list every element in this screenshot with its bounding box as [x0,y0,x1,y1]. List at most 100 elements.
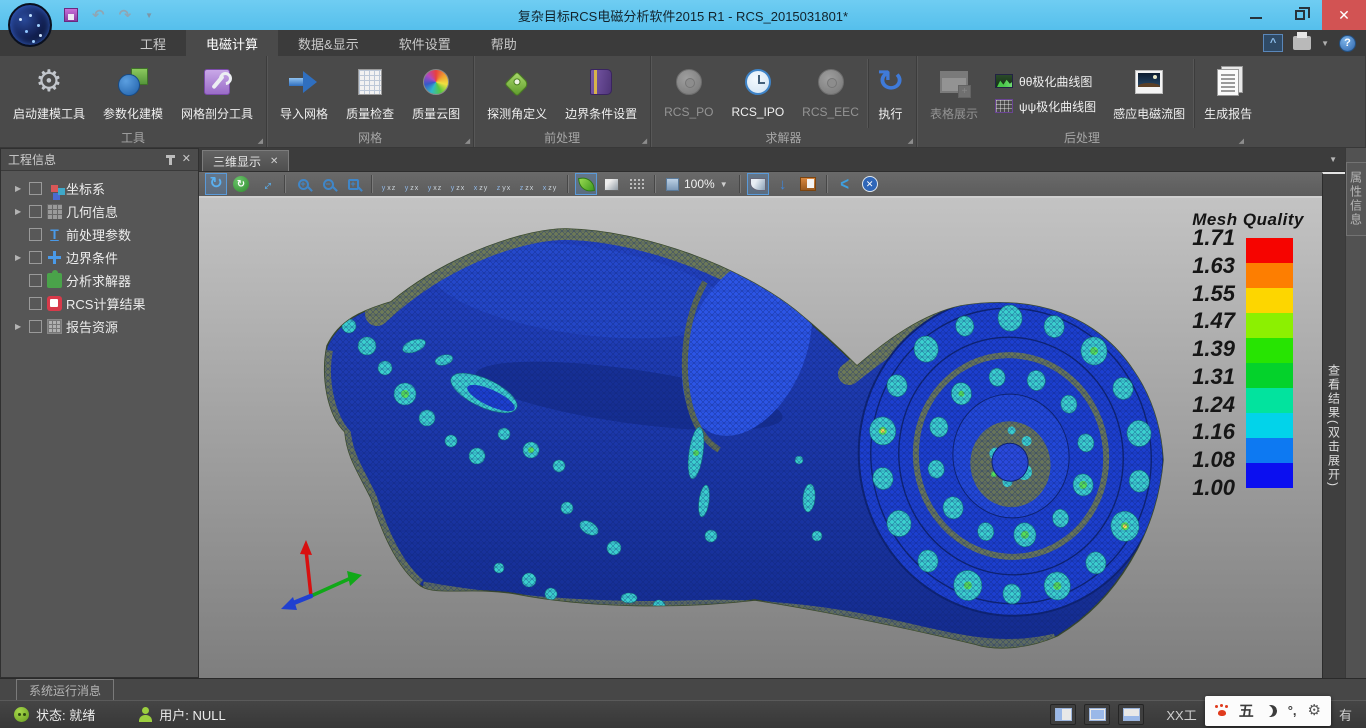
parametric-modeling-button[interactable]: 参数化建模 [94,59,172,128]
execute-button[interactable]: ↻ 执行 [868,59,912,128]
menu-bar: 工程 电磁计算 数据&显示 软件设置 帮助 ^ ▼ ? [0,30,1366,56]
app-logo-icon[interactable] [8,3,52,47]
tree-checkbox[interactable] [29,228,42,241]
model-mesh[interactable] [199,198,1314,678]
render-mode-button[interactable] [747,173,769,195]
tab-list-caret-icon[interactable]: ▼ [1329,155,1337,164]
tree-checkbox[interactable] [29,297,42,310]
ime-halfwidth-moon-icon[interactable] [1263,703,1278,718]
tree-checkbox[interactable] [29,205,42,218]
tree-checkbox[interactable] [29,251,42,264]
printer-caret-icon[interactable]: ▼ [1321,39,1329,48]
tree-checkbox[interactable] [29,274,42,287]
ime-mode-button[interactable]: 五 [1239,700,1254,721]
table-display-button[interactable]: 表格展示 [921,59,987,128]
export-image-button[interactable] [797,173,819,195]
solver-disc-icon [818,69,844,95]
tree-item-rcs-results[interactable]: RCS计算结果 [1,292,198,315]
launch-modeling-tool-button[interactable]: ⚙ 启动建模工具 [4,59,94,128]
rcs-ipo-button[interactable]: RCS_IPO [722,59,793,128]
view-orientation-button-3[interactable]: yxz [425,174,445,194]
psi-polarization-curve-button[interactable]: ψψ极化曲线图 [995,98,1096,115]
view-results-collapsed-strip[interactable]: 查看结果(双击展开) [1322,172,1345,678]
tab-em-computation[interactable]: 电磁计算 [186,30,278,56]
tab-project[interactable]: 工程 [120,30,186,56]
tree-item-preprocess-params[interactable]: T 前处理参数 [1,223,198,246]
quality-check-button[interactable]: 质量检查 [337,59,403,128]
axis-triad [281,540,362,610]
layout-bottom-panel-button[interactable] [1118,704,1144,725]
flow-display-button[interactable]: < [834,173,856,195]
tab-data-display[interactable]: 数据&显示 [278,30,379,56]
tree-item-coordinate-system[interactable]: ▶ 坐标系 [1,177,198,200]
points-view-button[interactable] [625,173,647,195]
restore-button[interactable] [1278,0,1322,30]
tree-checkbox[interactable] [29,182,42,195]
tree-item-geometry-info[interactable]: ▶ 几何信息 [1,200,198,223]
zoom-in-icon: + [298,179,309,190]
3d-viewport[interactable]: Mesh Quality 1.711.63 1.551.47 1.391.31 … [199,198,1322,678]
view-orientation-button-2[interactable]: yzx [402,174,422,194]
wireframe-view-button[interactable] [600,173,622,195]
download-view-button[interactable]: ↓ [772,173,794,195]
zoom-out-button[interactable]: − [317,173,339,195]
zoom-window-button[interactable]: + [342,173,364,195]
tree-item-analysis-solver[interactable]: 分析求解器 [1,269,198,292]
zoom-level-select[interactable]: 100% ▼ [662,177,732,191]
tab-3d-display[interactable]: 三维显示 ✕ [202,150,289,171]
rotate-view-button[interactable]: ↻ [205,173,227,195]
tree-item-report-resources[interactable]: ▶ 报告资源 [1,315,198,338]
rcs-po-button[interactable]: RCS_PO [655,59,722,128]
rcs-eec-button[interactable]: RCS_EEC [793,59,868,128]
layout-left-panel-button[interactable] [1050,704,1076,725]
ime-settings-gear-icon[interactable]: ⚙ [1308,703,1321,718]
minimize-button[interactable] [1234,0,1278,30]
group-corner-icon[interactable]: ◢ [465,137,470,145]
view-orientation-button-7[interactable]: zzx [517,174,537,194]
quality-cloud-map-button[interactable]: 质量云图 [403,59,469,128]
group-corner-icon[interactable]: ◢ [258,137,263,145]
ime-logo-paw-icon[interactable] [1215,705,1228,716]
panel-close-icon[interactable]: ✕ [182,154,191,165]
theta-polarization-curve-button[interactable]: θθ极化曲线图 [995,73,1096,90]
probe-angle-button[interactable]: 探测角定义 [478,59,556,128]
pin-icon[interactable] [169,155,172,165]
tab-help[interactable]: 帮助 [471,30,537,56]
collapse-ribbon-icon[interactable]: ^ [1263,34,1283,52]
view-orientation-button-6[interactable]: zyx [494,174,514,194]
refresh-view-button[interactable]: ↻ [230,173,252,195]
layout-center-panel-button[interactable] [1084,704,1110,725]
tab-close-icon[interactable]: ✕ [270,156,278,167]
legend-color-scale [1246,238,1293,488]
view-orientation-button-8[interactable]: xzy [540,174,560,194]
zoom-in-button[interactable]: + [292,173,314,195]
expand-arrow-icon[interactable]: ▶ [15,207,29,216]
induced-current-map-button[interactable]: 感应电磁流图 [1104,59,1194,128]
view-orientation-button-4[interactable]: yzx [448,174,468,194]
group-corner-icon[interactable]: ◢ [1239,137,1244,145]
system-message-tab[interactable]: 系统运行消息 [16,679,114,700]
property-info-tab[interactable]: 属性信息 [1346,162,1366,236]
group-corner-icon[interactable]: ◢ [642,137,647,145]
boundary-condition-settings-button[interactable]: 边界条件设置 [556,59,646,128]
green-chart-icon [995,74,1013,88]
tab-software-settings[interactable]: 软件设置 [379,30,471,56]
group-corner-icon[interactable]: ◢ [908,137,913,145]
fit-view-button[interactable]: ↔ [255,173,277,195]
mesh-partition-tool-button[interactable]: 网格剖分工具 [172,59,262,128]
expand-arrow-icon[interactable]: ▶ [15,184,29,193]
shaded-view-button[interactable] [575,173,597,195]
expand-arrow-icon[interactable]: ▶ [15,253,29,262]
view-orientation-button-5[interactable]: xzy [471,174,491,194]
view-orientation-button-1[interactable]: yxz [379,174,399,194]
generate-report-button[interactable]: 生成报告 [1194,59,1261,128]
tree-item-boundary-conditions[interactable]: ▶ 边界条件 [1,246,198,269]
printer-icon[interactable] [1293,36,1311,50]
help-icon[interactable]: ? [1339,35,1356,52]
close-button[interactable]: ✕ [1322,0,1366,30]
ime-punctuation-button[interactable]: °, [1288,703,1297,718]
tree-checkbox[interactable] [29,320,42,333]
clear-view-button[interactable]: ✕ [859,173,881,195]
expand-arrow-icon[interactable]: ▶ [15,322,29,331]
import-mesh-button[interactable]: 导入网格 [271,59,337,128]
